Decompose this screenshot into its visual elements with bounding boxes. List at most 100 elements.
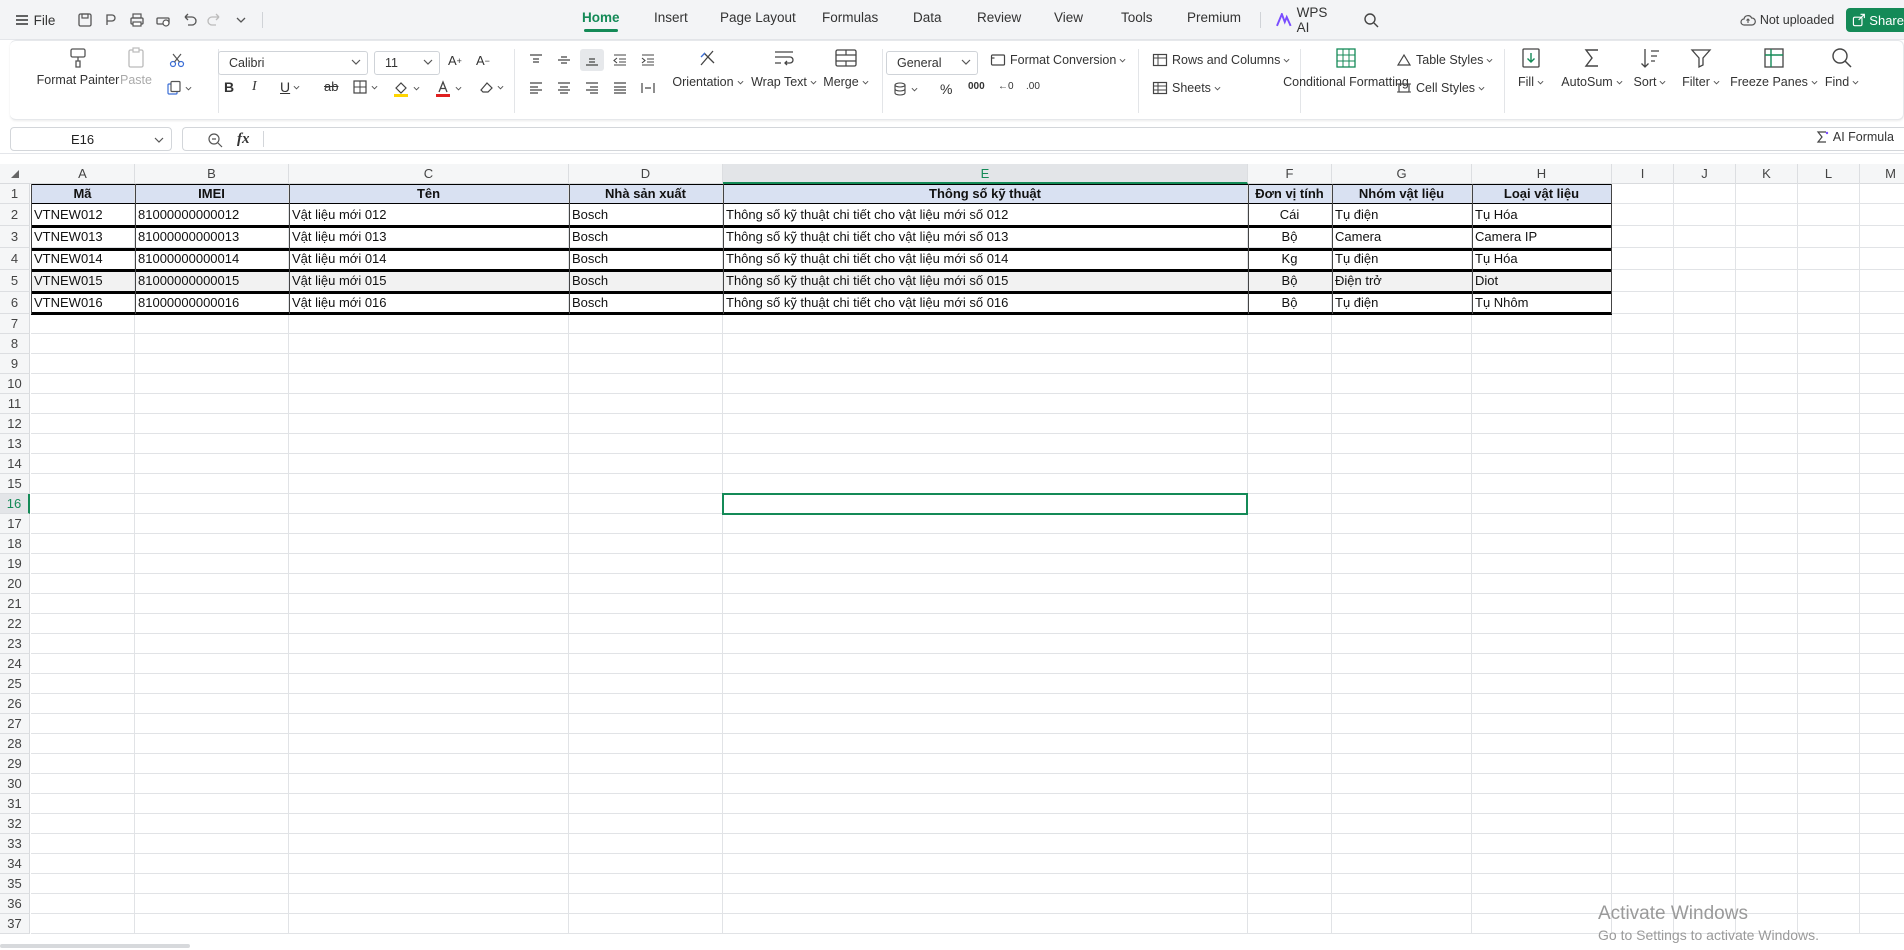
row-header-29[interactable]: 29 [0,754,30,774]
clear-format-icon[interactable] [478,79,504,95]
row-header-23[interactable]: 23 [0,634,30,654]
undo-icon[interactable] [178,8,200,32]
table-cell[interactable]: Vật liệu mới 016 [289,292,568,313]
row-header-32[interactable]: 32 [0,814,30,834]
table-cell[interactable]: Tụ Hóa [1472,204,1611,225]
column-header-i[interactable]: I [1612,164,1674,184]
row-header-22[interactable]: 22 [0,614,30,634]
header-cell[interactable]: Mã [31,184,134,203]
column-header-e[interactable]: E [723,164,1248,184]
tab-view[interactable]: View [1054,10,1083,25]
save-icon[interactable] [74,8,96,32]
table-cell[interactable]: Bosch [569,204,722,225]
strikethrough-icon[interactable]: ab [324,79,338,94]
italic-icon[interactable]: I [252,79,257,95]
tab-tools[interactable]: Tools [1121,10,1153,25]
table-cell[interactable]: VTNEW013 [31,226,134,247]
row-header-35[interactable]: 35 [0,874,30,894]
row-header-37[interactable]: 37 [0,914,30,934]
horizontal-scrollbar[interactable] [0,944,190,948]
table-cell[interactable]: Tụ điện [1332,248,1471,269]
ai-formula-button[interactable]: AI Formula [1815,130,1894,144]
formula-input[interactable]: fx AI Formula [182,127,1904,151]
table-cell[interactable]: 81000000000016 [135,292,288,313]
row-header-6[interactable]: 6 [0,292,30,314]
name-box[interactable]: E16 [10,127,172,151]
row-header-28[interactable]: 28 [0,734,30,754]
rows-and-columns-button[interactable]: Rows and Columns [1152,53,1290,67]
row-header-27[interactable]: 27 [0,714,30,734]
sort-button[interactable]: Sort [1630,45,1670,90]
row-header-2[interactable]: 2 [0,204,30,226]
table-cell[interactable]: VTNEW015 [31,270,134,291]
align-center-icon[interactable] [556,81,572,95]
find-button[interactable]: Find [1820,45,1864,90]
header-cell[interactable]: Đơn vị tính [1248,184,1331,203]
table-cell[interactable]: Bộ [1248,292,1331,313]
row-header-24[interactable]: 24 [0,654,30,674]
row-header-34[interactable]: 34 [0,854,30,874]
row-header-13[interactable]: 13 [0,434,30,454]
redo-icon[interactable] [204,8,226,32]
format-painter-button[interactable]: Format Painter [37,45,119,88]
spreadsheet-grid[interactable]: ABCDEFGHIJKLM 1 2 3 4 5 6 7 8 9 10 11 12 13 14 15 16 17 1… [0,164,1904,950]
row-header-31[interactable]: 31 [0,794,30,814]
row-header-5[interactable]: 5 [0,270,30,292]
table-cell[interactable]: 81000000000015 [135,270,288,291]
underline-icon[interactable]: U [280,79,300,95]
column-header-k[interactable]: K [1736,164,1798,184]
table-cell[interactable]: Bộ [1248,270,1331,291]
column-header-c[interactable]: C [289,164,569,184]
zoom-formula-icon[interactable] [207,132,223,148]
decrease-decimal-icon[interactable]: .00 [1026,81,1040,92]
row-header-14[interactable]: 14 [0,454,30,474]
borders-icon[interactable] [352,79,378,95]
share-button[interactable]: Share [1846,8,1904,32]
table-cell[interactable]: Kg [1248,248,1331,269]
table-cell[interactable]: Bosch [569,292,722,313]
table-cell[interactable]: Vật liệu mới 012 [289,204,568,225]
fill-button[interactable]: Fill [1510,45,1552,90]
table-cell[interactable]: Diot [1472,270,1611,291]
row-header-4[interactable]: 4 [0,248,30,270]
table-cell[interactable]: Tụ điện [1332,204,1471,225]
row-header-33[interactable]: 33 [0,834,30,854]
search-icon[interactable] [1360,8,1382,32]
row-header-21[interactable]: 21 [0,594,30,614]
justify-icon[interactable] [612,81,628,95]
number-format-select[interactable]: General [886,51,978,75]
wps-ai-button[interactable]: WPS AI [1276,5,1342,35]
table-cell[interactable]: Bosch [569,248,722,269]
table-cell[interactable]: Thông số kỹ thuật chi tiết cho vật liệu … [723,270,1247,291]
merge-button[interactable]: Merge [818,45,874,90]
row-header-19[interactable]: 19 [0,554,30,574]
decrease-indent-icon[interactable] [612,53,628,67]
tab-review[interactable]: Review [977,10,1021,25]
align-middle-icon[interactable] [556,53,572,67]
file-menu-button[interactable]: File [14,8,56,32]
row-header-12[interactable]: 12 [0,414,30,434]
row-header-1[interactable]: 1 [0,184,30,204]
row-header-18[interactable]: 18 [0,534,30,554]
align-left-icon[interactable] [528,81,544,95]
row-header-9[interactable]: 9 [0,354,30,374]
format-conversion-button[interactable]: Format Conversion [990,53,1126,67]
table-cell[interactable]: Bosch [569,270,722,291]
bold-icon[interactable]: B [224,79,234,95]
fx-icon[interactable]: fx [237,131,250,148]
header-cell[interactable]: IMEI [135,184,288,203]
table-styles-button[interactable]: Table Styles [1396,53,1493,67]
row-header-15[interactable]: 15 [0,474,30,494]
column-header-f[interactable]: F [1248,164,1332,184]
row-header-17[interactable]: 17 [0,514,30,534]
copy-icon[interactable] [166,77,206,99]
paste-button[interactable]: Paste [116,45,156,88]
increase-indent-icon[interactable] [640,53,656,67]
column-header-g[interactable]: G [1332,164,1472,184]
column-header-b[interactable]: B [135,164,289,184]
table-cell[interactable]: VTNEW012 [31,204,134,225]
table-cell[interactable]: Thông số kỹ thuật chi tiết cho vật liệu … [723,292,1247,313]
table-cell[interactable]: Thông số kỹ thuật chi tiết cho vật liệu … [723,248,1247,269]
column-header-a[interactable]: A [31,164,135,184]
thousands-separator-icon[interactable]: 000 [968,81,985,92]
